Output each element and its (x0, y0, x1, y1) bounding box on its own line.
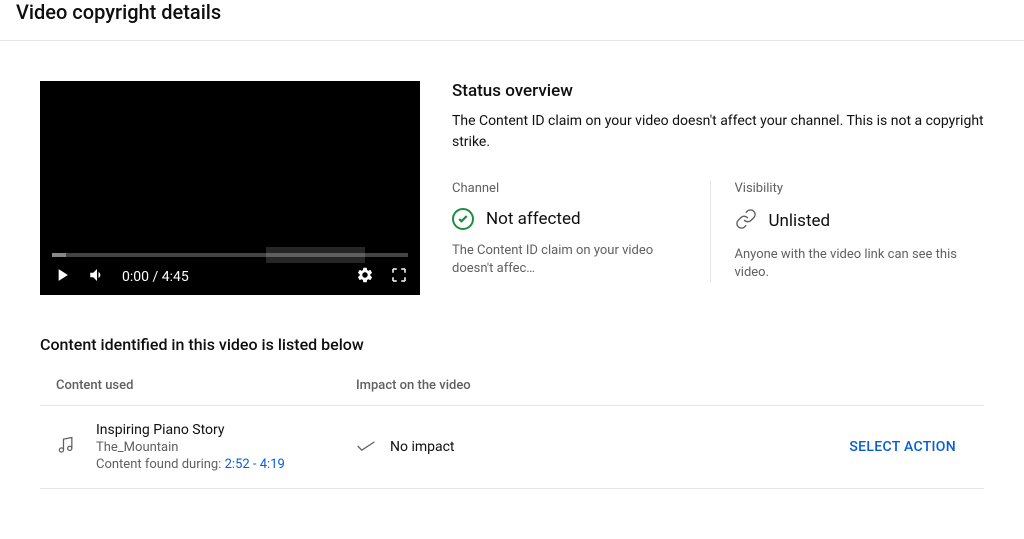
col-content-used: Content used (56, 378, 356, 393)
check-circle-icon (452, 208, 474, 230)
link-icon (735, 208, 757, 234)
volume-icon[interactable] (88, 266, 106, 288)
table-row: Inspiring Piano Story The_Mountain Conte… (40, 405, 984, 489)
progress-bar[interactable] (52, 253, 408, 257)
col-impact: Impact on the video (356, 378, 968, 393)
content-section-title: Content identified in this video is list… (40, 335, 984, 354)
duration-time-link[interactable]: 2:52 - 4:19 (225, 457, 285, 472)
status-title: Status overview (452, 81, 984, 101)
player-time: 0:00 / 4:45 (122, 269, 189, 285)
visibility-value: Unlisted (769, 211, 831, 231)
main-content: 0:00 / 4:45 Status overview The Content … (0, 41, 1024, 335)
settings-icon[interactable] (356, 266, 374, 288)
content-info: Inspiring Piano Story The_Mountain Conte… (96, 422, 356, 472)
visibility-label: Visibility (735, 181, 969, 196)
player-controls: 0:00 / 4:45 (40, 259, 420, 295)
duration-prefix: Content found during: (96, 457, 225, 472)
music-note-icon (56, 435, 80, 459)
status-cards: Channel Not affected The Content ID clai… (452, 181, 984, 282)
play-icon[interactable] (52, 265, 72, 289)
channel-description: The Content ID claim on your video doesn… (452, 242, 686, 278)
visibility-description: Anyone with the video link can see this … (735, 246, 969, 282)
progress-fill (52, 253, 66, 257)
status-description: The Content ID claim on your video doesn… (452, 111, 984, 153)
impact-cell: No impact (356, 438, 837, 457)
content-identified-section: Content identified in this video is list… (0, 335, 1024, 529)
visibility-status-card: Visibility Unlisted Anyone with the vide… (711, 181, 985, 282)
page-header: Video copyright details (0, 0, 1024, 41)
impact-text: No impact (390, 439, 455, 455)
channel-status-card: Channel Not affected The Content ID clai… (452, 181, 711, 282)
columns-header: Content used Impact on the video (40, 378, 984, 405)
fullscreen-icon[interactable] (390, 266, 408, 288)
status-overview: Status overview The Content ID claim on … (452, 81, 984, 295)
channel-label: Channel (452, 181, 686, 196)
content-artist: The_Mountain (96, 440, 356, 455)
channel-value: Not affected (486, 209, 581, 229)
content-duration: Content found during: 2:52 - 4:19 (96, 457, 356, 472)
video-player[interactable]: 0:00 / 4:45 (40, 81, 420, 295)
select-action-button[interactable]: SELECT ACTION (837, 431, 968, 463)
check-icon (356, 438, 376, 457)
content-title: Inspiring Piano Story (96, 422, 356, 438)
page-title: Video copyright details (16, 0, 1008, 24)
